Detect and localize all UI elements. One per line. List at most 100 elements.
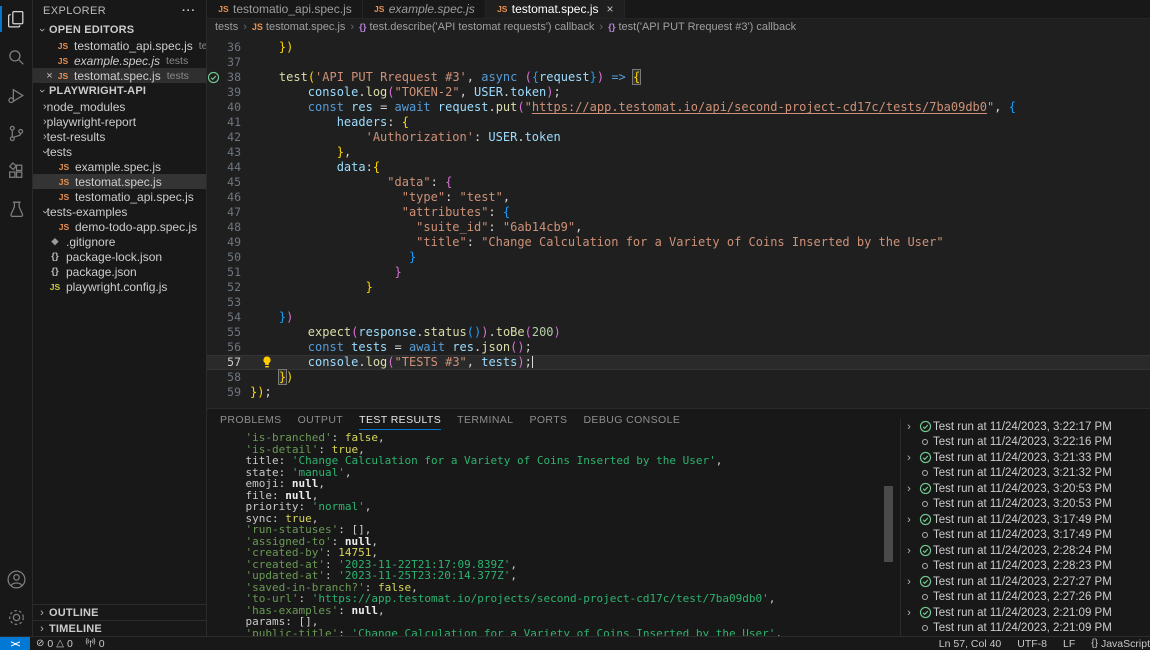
status-item-utf-8[interactable]: UTF-8 <box>1009 637 1055 650</box>
code-line[interactable]: 53 <box>207 295 1150 310</box>
tab-close-icon[interactable]: × <box>606 2 613 16</box>
test-run-row[interactable]: Test run at 11/24/2023, 3:21:32 PM <box>901 466 1150 482</box>
test-run-row[interactable]: ›Test run at 11/24/2023, 2:28:24 PM <box>901 543 1150 559</box>
test-run-row[interactable]: ›Test run at 11/24/2023, 3:17:49 PM <box>901 512 1150 528</box>
panel-tab-test-results[interactable]: TEST RESULTS <box>359 411 441 430</box>
editor-tab[interactable]: JSexample.spec.js <box>363 0 486 18</box>
open-editor-item[interactable]: JSexample.spec.jstests <box>33 53 206 68</box>
breadcrumb-label: testomat.spec.js <box>266 21 345 33</box>
panel-tab-output[interactable]: OUTPUT <box>298 411 344 429</box>
ports-status[interactable]: 0 <box>79 637 111 650</box>
code-token: ( <box>308 70 315 84</box>
code-token: ( <box>517 100 524 114</box>
test-run-row[interactable]: Test run at 11/24/2023, 2:21:09 PM <box>901 621 1150 637</box>
test-run-row[interactable]: ›Test run at 11/24/2023, 3:20:53 PM <box>901 481 1150 497</box>
activity-bar-run-debug-icon[interactable] <box>0 76 32 114</box>
close-icon[interactable]: × <box>43 70 56 82</box>
tree-file-testomatio-api-spec-js[interactable]: JStestomatio_api.spec.js <box>33 189 206 204</box>
code-line[interactable]: 52 } <box>207 280 1150 295</box>
test-run-row[interactable]: ›Test run at 11/24/2023, 3:21:33 PM <box>901 450 1150 466</box>
activity-bar-settings-icon[interactable] <box>0 598 32 636</box>
tree-folder-playwright-report[interactable]: ›playwright-report <box>33 114 206 129</box>
activity-bar-account-icon[interactable] <box>0 560 32 598</box>
tree-file-demo-todo-app-spec-js[interactable]: JSdemo-todo-app.spec.js <box>33 219 206 234</box>
code-line[interactable]: 57 console.log("TESTS #3", tests); <box>207 355 1150 370</box>
tree-file-package-lock-json[interactable]: {}package-lock.json <box>33 249 206 264</box>
code-line[interactable]: 51 } <box>207 265 1150 280</box>
panel-tab-problems[interactable]: PROBLEMS <box>220 411 282 429</box>
problems-status[interactable]: ⊘ 0 △ 0 <box>30 637 79 650</box>
status-item-ln-57-col-40[interactable]: Ln 57, Col 40 <box>931 637 1009 650</box>
open-editors-header[interactable]: › OPEN EDITORS <box>33 22 206 38</box>
code-line[interactable]: 43 }, <box>207 145 1150 160</box>
activity-bar-search-icon[interactable] <box>0 38 32 76</box>
test-runs-tree: ›Test run at 11/24/2023, 3:22:17 PMTest … <box>900 419 1150 636</box>
breadcrumb-item[interactable]: tests <box>215 21 238 33</box>
test-run-label: Test run at 11/24/2023, 2:21:09 PM <box>933 607 1112 619</box>
test-run-row[interactable]: Test run at 11/24/2023, 3:22:16 PM <box>901 435 1150 451</box>
tree-file-package-json[interactable]: {}package.json <box>33 264 206 279</box>
tree-folder-node-modules[interactable]: ›node_modules <box>33 99 206 114</box>
activity-bar-explorer-icon[interactable] <box>0 0 32 38</box>
tree-folder-tests[interactable]: ›tests <box>33 144 206 159</box>
outline-section-header[interactable]: › OUTLINE <box>33 604 206 620</box>
tree-folder-test-results[interactable]: ›test-results <box>33 129 206 144</box>
open-editor-item[interactable]: JStestomatio_api.spec.jstests <box>33 38 206 53</box>
tree-folder-tests-examples[interactable]: ›tests-examples <box>33 204 206 219</box>
code-line[interactable]: 47 "attributes": { <box>207 205 1150 220</box>
code-token <box>250 100 308 114</box>
test-pass-icon[interactable] <box>207 70 220 85</box>
code-line[interactable]: 41 headers: { <box>207 115 1150 130</box>
status-item-javascript[interactable]: {}JavaScript <box>1083 637 1150 650</box>
code-line[interactable]: 55 expect(response.status()).toBe(200) <box>207 325 1150 340</box>
code-line[interactable]: 37 <box>207 55 1150 70</box>
activity-bar-testing-icon[interactable] <box>0 190 32 228</box>
code-line[interactable]: 42 'Authorization': USER.token <box>207 130 1150 145</box>
tree-file--gitignore[interactable]: ◆.gitignore <box>33 234 206 249</box>
code-line[interactable]: 56 const tests = await res.json(); <box>207 340 1150 355</box>
panel-tab-ports[interactable]: PORTS <box>529 411 567 429</box>
test-run-row[interactable]: Test run at 11/24/2023, 2:27:26 PM <box>901 590 1150 606</box>
remote-indicator[interactable]: >< <box>0 637 30 650</box>
project-section-header[interactable]: › PLAYWRIGHT-API <box>33 83 206 99</box>
status-item-lf[interactable]: LF <box>1055 637 1083 650</box>
test-run-row[interactable]: Test run at 11/24/2023, 3:17:49 PM <box>901 528 1150 544</box>
code-line[interactable]: 54 }) <box>207 310 1150 325</box>
activity-bar-source-control-icon[interactable] <box>0 114 32 152</box>
timeline-section-header[interactable]: › TIMELINE <box>33 620 206 636</box>
code-line[interactable]: 38 test('API PUT Rrequest #3', async ({r… <box>207 70 1150 85</box>
code-line[interactable]: 40 const res = await request.put("https:… <box>207 100 1150 115</box>
code-line[interactable]: 46 "type": "test", <box>207 190 1150 205</box>
code-line[interactable]: 44 data:{ <box>207 160 1150 175</box>
line-number: 47 <box>220 205 241 220</box>
tree-file-playwright-config-js[interactable]: JSplaywright.config.js <box>33 279 206 294</box>
code-line[interactable]: 48 "suite_id": "6ab14cb9", <box>207 220 1150 235</box>
editor-tab[interactable]: JStestomat.spec.js× <box>486 0 625 18</box>
code-line[interactable]: 45 "data": { <box>207 175 1150 190</box>
test-run-row[interactable]: ›Test run at 11/24/2023, 3:22:17 PM <box>901 419 1150 435</box>
output-scrollbar[interactable] <box>884 486 893 562</box>
test-run-row[interactable]: ›Test run at 11/24/2023, 2:21:09 PM <box>901 605 1150 621</box>
panel-tab-debug-console[interactable]: DEBUG CONSOLE <box>583 411 680 429</box>
activity-bar-extensions-icon[interactable] <box>0 152 32 190</box>
code-line[interactable]: 50 } <box>207 250 1150 265</box>
code-line[interactable]: 39 console.log("TOKEN-2", USER.token); <box>207 85 1150 100</box>
code-line[interactable]: 58 }) <box>207 370 1150 385</box>
tree-file-testomat-spec-js[interactable]: JStestomat.spec.js <box>33 174 206 189</box>
sidebar-more-icon[interactable]: ··· <box>182 5 196 17</box>
code-line[interactable]: 59}); <box>207 385 1150 400</box>
panel-tab-terminal[interactable]: TERMINAL <box>457 411 513 429</box>
code-line[interactable]: 49 "title": "Change Calculation for a Va… <box>207 235 1150 250</box>
editor-tab[interactable]: JStestomatio_api.spec.js <box>207 0 363 18</box>
test-run-row[interactable]: ›Test run at 11/24/2023, 2:27:27 PM <box>901 574 1150 590</box>
breadcrumb-item[interactable]: {}test('API PUT Rrequest #3') callback <box>608 21 796 33</box>
code-line[interactable]: 36 }) <box>207 40 1150 55</box>
code-editor[interactable]: 36 })3738 test('API PUT Rrequest #3', as… <box>207 35 1150 408</box>
open-editor-item[interactable]: ×JStestomat.spec.jstests <box>33 68 206 83</box>
breadcrumb-item[interactable]: JStestomat.spec.js <box>252 21 346 33</box>
test-run-row[interactable]: Test run at 11/24/2023, 2:28:23 PM <box>901 559 1150 575</box>
test-run-row[interactable]: Test run at 11/24/2023, 3:20:53 PM <box>901 497 1150 513</box>
tree-file-example-spec-js[interactable]: JSexample.spec.js <box>33 159 206 174</box>
test-pass-icon <box>917 451 933 464</box>
breadcrumb-item[interactable]: {}test.describe('API testomat requests')… <box>359 21 594 33</box>
